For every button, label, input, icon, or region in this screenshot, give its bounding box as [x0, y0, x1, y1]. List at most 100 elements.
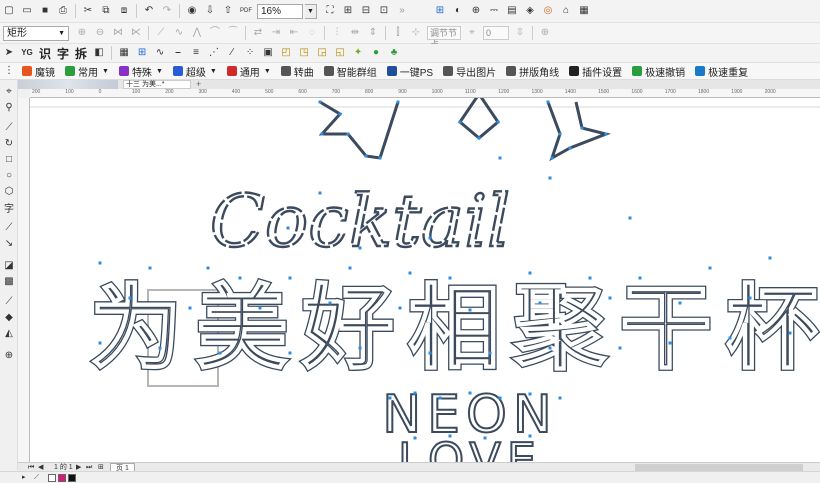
plugin-2[interactable]: 特殊 ▼ [118, 64, 163, 79]
node-handle[interactable] [477, 136, 481, 140]
plugin-1[interactable]: 常用 ▼ [65, 64, 109, 79]
node-handle[interactable] [608, 296, 612, 300]
paste-icon[interactable]: ⧈ [117, 4, 131, 18]
import-icon[interactable]: ⇩ [203, 4, 217, 18]
export-icon[interactable]: ⇧ [221, 4, 235, 18]
character-tool[interactable]: 字 [57, 45, 69, 62]
plugin-c-icon[interactable]: ⎓ [487, 4, 501, 18]
node-handle[interactable] [98, 261, 102, 265]
node-handle[interactable] [528, 271, 532, 275]
plugin-11[interactable]: 极速撤销 [632, 64, 685, 79]
node-handle[interactable] [364, 154, 368, 158]
plugin-f-icon[interactable]: ◎ [541, 4, 555, 18]
add-tool-icon[interactable]: ⊕ [3, 350, 15, 362]
print-icon[interactable]: ⎙ [56, 4, 70, 18]
outline-swatch[interactable] [68, 474, 76, 482]
reverse-icon[interactable]: ⇄ [251, 26, 265, 40]
expand-icon[interactable]: ▸ [22, 473, 26, 482]
options-icon[interactable]: ▦ [577, 4, 591, 18]
chevron-down-icon[interactable]: ▼ [210, 68, 217, 75]
object-type-select[interactable]: 矩形 ▼ [3, 25, 69, 41]
magic-icon[interactable]: ✦ [351, 46, 365, 60]
node-handle[interactable] [206, 266, 210, 270]
new-document-icon[interactable]: ▢ [2, 4, 16, 18]
node-handle[interactable] [378, 156, 382, 160]
distribute-icon[interactable]: ⋰ [207, 46, 221, 60]
node-handle[interactable] [288, 351, 292, 355]
smoothness-field[interactable]: 0 [483, 26, 509, 40]
drop-shadow-icon[interactable]: ◪ [3, 260, 15, 272]
dimension-icon[interactable]: ⎯ [171, 46, 185, 60]
node-handle[interactable] [548, 176, 552, 180]
node-handle[interactable] [568, 146, 572, 150]
fill-swatch[interactable] [58, 474, 66, 482]
add-preset-icon[interactable]: ⊕ [538, 26, 552, 40]
table-icon[interactable]: ▦ [117, 46, 131, 60]
connector-tool-icon[interactable]: ↘ [3, 238, 15, 250]
redo-icon[interactable]: ↷ [160, 4, 174, 18]
zoom-dropdown[interactable]: ▼ [305, 3, 317, 19]
parallel-dimension-icon[interactable]: ⟋ [3, 222, 15, 234]
layer-icon[interactable]: ◲ [315, 46, 329, 60]
node-handle[interactable] [628, 216, 632, 220]
plugin-12[interactable]: 极速重复 [695, 64, 748, 79]
node-handle[interactable] [546, 100, 550, 104]
plugin-e-icon[interactable]: ◈ [523, 4, 537, 18]
fill-tool-icon[interactable]: ⟋ [34, 473, 39, 482]
cusp-icon[interactable]: ⋀ [190, 26, 204, 40]
ornament-right[interactable] [546, 101, 611, 162]
node-add-icon[interactable]: ⊕ [75, 26, 89, 40]
to-line-icon[interactable]: ⟋ [154, 26, 168, 40]
node-handle[interactable] [128, 296, 132, 300]
node-handle[interactable] [286, 226, 290, 230]
stack-icon[interactable]: ◱ [333, 46, 347, 60]
break-curve-icon[interactable]: ⋉ [129, 26, 143, 40]
node-handle[interactable] [618, 346, 622, 350]
node-handle[interactable] [413, 436, 417, 440]
tree-icon[interactable]: ♣ [387, 46, 401, 60]
plugin-5[interactable]: 转曲 [280, 64, 314, 79]
node-handle[interactable] [428, 236, 432, 240]
node-handle[interactable] [788, 331, 792, 335]
node-handle[interactable] [580, 126, 584, 130]
smart-fill-icon[interactable]: ◭ [3, 328, 15, 340]
ornament-left[interactable] [318, 100, 400, 160]
full-screen-icon[interactable]: ⛶ [323, 4, 337, 18]
smooth-icon[interactable]: ⌒ [208, 26, 222, 40]
extract-icon[interactable]: ⇤ [287, 26, 301, 40]
node-handle[interactable] [98, 341, 102, 345]
node-handle[interactable] [550, 156, 554, 160]
color-icon[interactable]: ● [369, 46, 383, 60]
no-fill-swatch[interactable] [48, 474, 56, 482]
to-curve-icon[interactable]: ∿ [172, 26, 186, 40]
transparency-icon[interactable]: ▩ [3, 276, 15, 288]
blurred-tab[interactable] [18, 80, 118, 89]
curve-smoothness-icon[interactable]: ⌖ [465, 26, 479, 40]
plugin-6[interactable]: 智能群组 [323, 64, 377, 79]
node-handle[interactable] [448, 434, 452, 438]
extend-icon[interactable]: ⇥ [269, 26, 283, 40]
align-nodes-icon[interactable]: ⫶ [330, 26, 344, 40]
plugin-9[interactable]: 拼版角线 [506, 64, 559, 79]
node-handle[interactable] [218, 351, 222, 355]
grid-icon[interactable]: ⊟ [359, 4, 373, 18]
rectangle-tool-icon[interactable]: □ [3, 154, 15, 166]
cut-icon[interactable]: ✂ [81, 4, 95, 18]
join-nodes-icon[interactable]: ⋈ [111, 26, 125, 40]
node-handle[interactable] [398, 306, 402, 310]
node-handle[interactable] [558, 396, 562, 400]
elastic-mode-icon[interactable]: ⫿ [391, 26, 405, 40]
select-all-nodes-icon[interactable]: ⊹ [409, 26, 423, 40]
node-handle[interactable] [638, 276, 642, 280]
ellipse-tool-icon[interactable]: ○ [3, 170, 15, 182]
node-handle[interactable] [728, 336, 732, 340]
node-handle[interactable] [238, 276, 242, 280]
node-handle[interactable] [188, 306, 192, 310]
split-tool[interactable]: 拆 [75, 45, 87, 62]
frame-icon[interactable]: ◰ [279, 46, 293, 60]
node-handle[interactable] [408, 271, 412, 275]
text-tool-icon[interactable]: 字 [3, 204, 15, 216]
recognize-tool[interactable]: 识 [39, 45, 51, 62]
node-handle[interactable] [288, 276, 292, 280]
reflect-h-icon[interactable]: ⇹ [348, 26, 362, 40]
